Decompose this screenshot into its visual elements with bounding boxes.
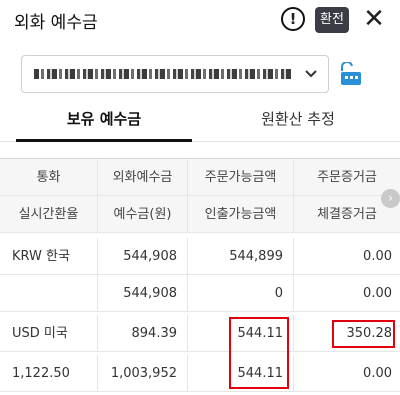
table-cell: USD 미국: [0, 315, 98, 352]
table-cell: [0, 275, 98, 312]
table-cell: 1,122.50: [0, 355, 98, 392]
table-cell: 1,003,952: [98, 355, 188, 392]
column-header: 예수금(원): [98, 196, 188, 233]
account-select[interactable]: [21, 55, 329, 93]
table-cell: 0: [188, 275, 294, 312]
table-cell: 0.00: [294, 238, 400, 275]
table-cell: 544,899: [188, 238, 294, 275]
lock-icon[interactable]: [338, 62, 364, 86]
column-header: 실시간환율: [0, 196, 98, 233]
table-cell: 0.00: [294, 355, 400, 392]
tab-bar: 보유 예수금 원환산 추정: [0, 102, 400, 142]
column-header: 외화예수금: [98, 159, 188, 196]
top-bar: 외화 예수금 ! 환전 ✕: [0, 0, 400, 40]
highlight-box: [229, 317, 289, 389]
deposit-table: 통화 외화예수금 주문가능금액 주문증거금 실시간환율 예수금(원) 인출가능금…: [0, 158, 400, 395]
column-header: 인출가능금액: [188, 196, 294, 233]
column-header: 통화: [0, 159, 98, 196]
highlight-box: [332, 320, 395, 348]
tab-holding-deposit[interactable]: 보유 예수금: [16, 102, 192, 142]
table-cell: 544,908: [98, 238, 188, 275]
table-cell: 894.39: [98, 315, 188, 352]
scroll-right-icon[interactable]: ›: [381, 189, 400, 208]
close-icon[interactable]: ✕: [361, 4, 387, 34]
table-cell: 544,908: [98, 275, 188, 312]
page-title: 외화 예수금: [14, 13, 98, 33]
column-header: 주문가능금액: [188, 159, 294, 196]
tab-krw-estimate[interactable]: 원환산 추정: [210, 102, 386, 142]
exchange-button[interactable]: 환전: [315, 7, 349, 33]
chevron-down-icon: [305, 70, 317, 78]
table-cell: KRW 한국: [0, 238, 98, 275]
masked-account-number: [34, 69, 292, 79]
alert-icon[interactable]: !: [281, 7, 305, 31]
table-cell: 0.00: [294, 275, 400, 312]
